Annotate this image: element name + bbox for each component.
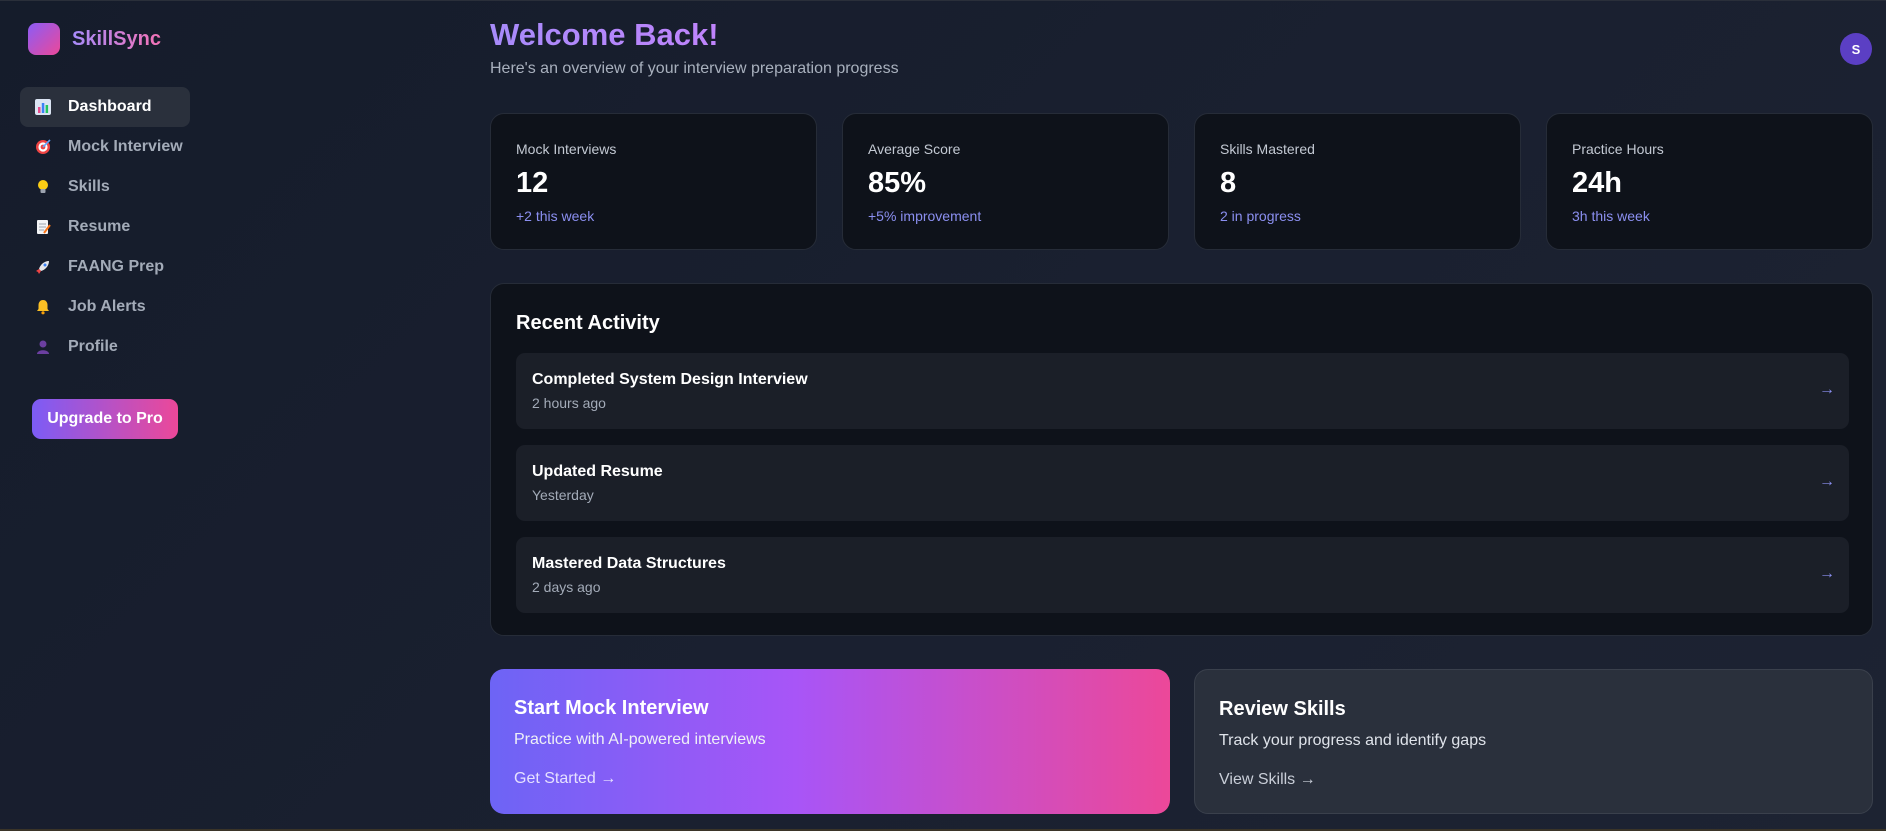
activity-item-title: Completed System Design Interview: [532, 371, 808, 388]
sidebar-item-label: Job Alerts: [68, 298, 146, 315]
card-title: Review Skills: [1219, 698, 1346, 720]
sidebar-item-label: Profile: [68, 338, 118, 355]
sidebar-item-dashboard[interactable]: Dashboard: [20, 87, 190, 127]
sidebar-item-faang-prep[interactable]: FAANG Prep: [20, 247, 190, 287]
stat-change: 2 in progress: [1220, 208, 1301, 224]
lightbulb-icon: [34, 178, 52, 196]
activity-item[interactable]: Mastered Data Structures 2 days ago →: [516, 537, 1849, 613]
stat-label: Skills Mastered: [1220, 141, 1315, 157]
brand-name: SkillSync: [72, 27, 161, 50]
card-description: Practice with AI-powered interviews: [514, 731, 766, 748]
stat-value: 85%: [868, 167, 927, 199]
sidebar-item-label: Mock Interview: [68, 138, 183, 155]
view-skills-link[interactable]: View Skills →: [1219, 771, 1848, 789]
upgrade-button[interactable]: Upgrade to Pro: [32, 399, 178, 439]
bell-icon: [34, 298, 52, 316]
activity-item[interactable]: Completed System Design Interview 2 hour…: [516, 353, 1849, 429]
page-subtitle: Here's an overview of your interview pre…: [490, 60, 899, 77]
activity-item-time: Yesterday: [532, 487, 594, 503]
memo-icon: [34, 218, 52, 236]
sidebar-nav: Dashboard Mock Interview Skills Resume F…: [20, 87, 190, 367]
stat-value: 8: [1220, 167, 1237, 199]
review-skills-card[interactable]: Review Skills Track your progress and id…: [1194, 669, 1873, 814]
stat-change: +2 this week: [516, 208, 595, 224]
brand-logo-icon: [28, 23, 60, 55]
sidebar: SkillSync Dashboard Mock Interview Skill…: [0, 1, 210, 831]
stat-card-practice-hours: Practice Hours 24h 3h this week: [1546, 113, 1873, 250]
sidebar-item-skills[interactable]: Skills: [20, 167, 190, 207]
sidebar-item-label: Resume: [68, 218, 131, 235]
rocket-icon: [34, 258, 52, 276]
app-window: SkillSync Dashboard Mock Interview Skill…: [0, 0, 1886, 831]
bar-chart-icon: [34, 98, 52, 116]
sidebar-item-mock-interview[interactable]: Mock Interview: [20, 127, 190, 167]
sidebar-item-label: Skills: [68, 178, 110, 195]
card-description: Track your progress and identify gaps: [1219, 732, 1487, 749]
arrow-right-icon[interactable]: →: [1819, 473, 1835, 491]
activity-item-title: Mastered Data Structures: [532, 555, 726, 572]
sidebar-item-label: FAANG Prep: [68, 258, 165, 275]
sidebar-item-job-alerts[interactable]: Job Alerts: [20, 287, 190, 327]
stat-value: 24h: [1572, 167, 1622, 199]
activity-item[interactable]: Updated Resume Yesterday →: [516, 445, 1849, 521]
stat-change: 3h this week: [1572, 208, 1650, 224]
stat-change: +5% improvement: [868, 208, 982, 224]
stat-label: Practice Hours: [1572, 141, 1664, 157]
stat-card-average-score: Average Score 85% +5% improvement: [842, 113, 1169, 250]
start-mock-interview-card[interactable]: Start Mock Interview Practice with AI-po…: [490, 669, 1170, 814]
card-title: Start Mock Interview: [514, 697, 709, 719]
activity-list: Completed System Design Interview 2 hour…: [516, 353, 1849, 629]
avatar[interactable]: S: [1840, 33, 1872, 65]
activity-item-time: 2 hours ago: [532, 395, 606, 411]
sidebar-item-resume[interactable]: Resume: [20, 207, 190, 247]
sidebar-item-profile[interactable]: Profile: [20, 327, 190, 367]
stat-card-mock-interviews: Mock Interviews 12 +2 this week: [490, 113, 817, 250]
recent-activity-panel: Recent Activity Completed System Design …: [490, 283, 1873, 636]
user-icon: [34, 338, 52, 356]
stat-label: Mock Interviews: [516, 141, 617, 157]
target-icon: [34, 138, 52, 156]
stats-row: Mock Interviews 12 +2 this week Average …: [490, 113, 1873, 250]
page-title: Welcome Back!: [490, 17, 719, 52]
activity-item-title: Updated Resume: [532, 463, 663, 480]
stat-card-skills-mastered: Skills Mastered 8 2 in progress: [1194, 113, 1521, 250]
brand[interactable]: SkillSync: [28, 23, 161, 55]
stat-label: Average Score: [868, 141, 961, 157]
recent-activity-title: Recent Activity: [516, 312, 660, 334]
arrow-right-icon[interactable]: →: [1819, 565, 1835, 583]
stat-value: 12: [516, 167, 549, 199]
sidebar-item-label: Dashboard: [68, 98, 152, 115]
arrow-right-icon[interactable]: →: [1819, 381, 1835, 399]
activity-item-time: 2 days ago: [532, 579, 601, 595]
get-started-link[interactable]: Get Started →: [514, 770, 1146, 788]
